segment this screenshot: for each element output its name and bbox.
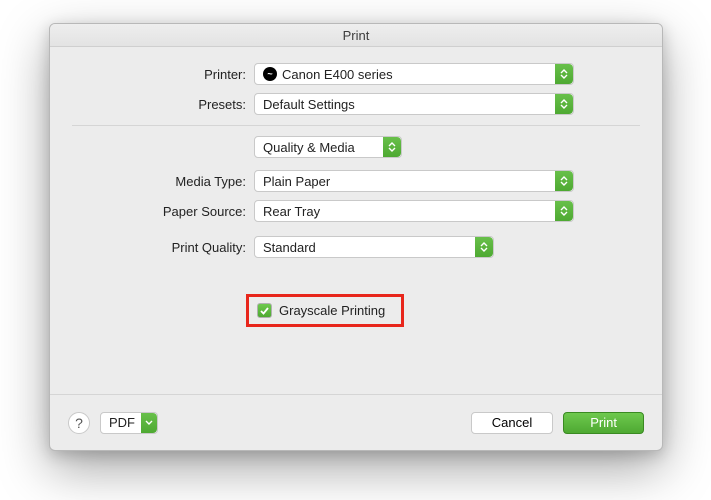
media-type-value: Plain Paper (263, 174, 330, 189)
chevron-updown-icon (555, 171, 573, 191)
chevron-updown-icon (555, 94, 573, 114)
print-quality-label: Print Quality: (72, 240, 254, 255)
printer-label: Printer: (72, 67, 254, 82)
grayscale-label: Grayscale Printing (279, 303, 385, 318)
chevron-down-icon (141, 413, 157, 433)
media-type-select[interactable]: Plain Paper (254, 170, 574, 192)
paper-source-value: Rear Tray (263, 204, 320, 219)
chevron-updown-icon (555, 64, 573, 84)
titlebar: Print (50, 24, 662, 47)
section-value: Quality & Media (263, 140, 355, 155)
printer-select[interactable]: ~ Canon E400 series (254, 63, 574, 85)
print-quality-value: Standard (263, 240, 316, 255)
chevron-updown-icon (555, 201, 573, 221)
print-dialog: Print Printer: ~ Canon E400 series Prese… (49, 23, 663, 451)
chevron-updown-icon (383, 137, 401, 157)
help-button[interactable]: ? (68, 412, 90, 434)
divider (72, 125, 640, 126)
cancel-button[interactable]: Cancel (471, 412, 553, 434)
media-type-label: Media Type: (72, 174, 254, 189)
pdf-label: PDF (109, 415, 135, 430)
paper-source-select[interactable]: Rear Tray (254, 200, 574, 222)
paper-source-label: Paper Source: (72, 204, 254, 219)
pdf-menu[interactable]: PDF (100, 412, 158, 434)
cancel-label: Cancel (492, 415, 532, 430)
presets-value: Default Settings (263, 97, 355, 112)
grayscale-checkbox[interactable] (257, 303, 272, 318)
checkmark-icon (259, 305, 270, 316)
dialog-title: Print (343, 28, 370, 43)
print-button[interactable]: Print (563, 412, 644, 434)
print-quality-select[interactable]: Standard (254, 236, 494, 258)
dialog-content: Printer: ~ Canon E400 series Presets: De… (50, 47, 662, 327)
print-label: Print (590, 415, 617, 430)
dialog-footer: ? PDF Cancel Print (50, 394, 662, 450)
presets-select[interactable]: Default Settings (254, 93, 574, 115)
help-icon: ? (75, 415, 83, 431)
grayscale-highlight: Grayscale Printing (246, 294, 404, 327)
printer-status-icon: ~ (263, 67, 277, 81)
presets-label: Presets: (72, 97, 254, 112)
section-select[interactable]: Quality & Media (254, 136, 402, 158)
printer-value: Canon E400 series (282, 67, 393, 82)
chevron-updown-icon (475, 237, 493, 257)
